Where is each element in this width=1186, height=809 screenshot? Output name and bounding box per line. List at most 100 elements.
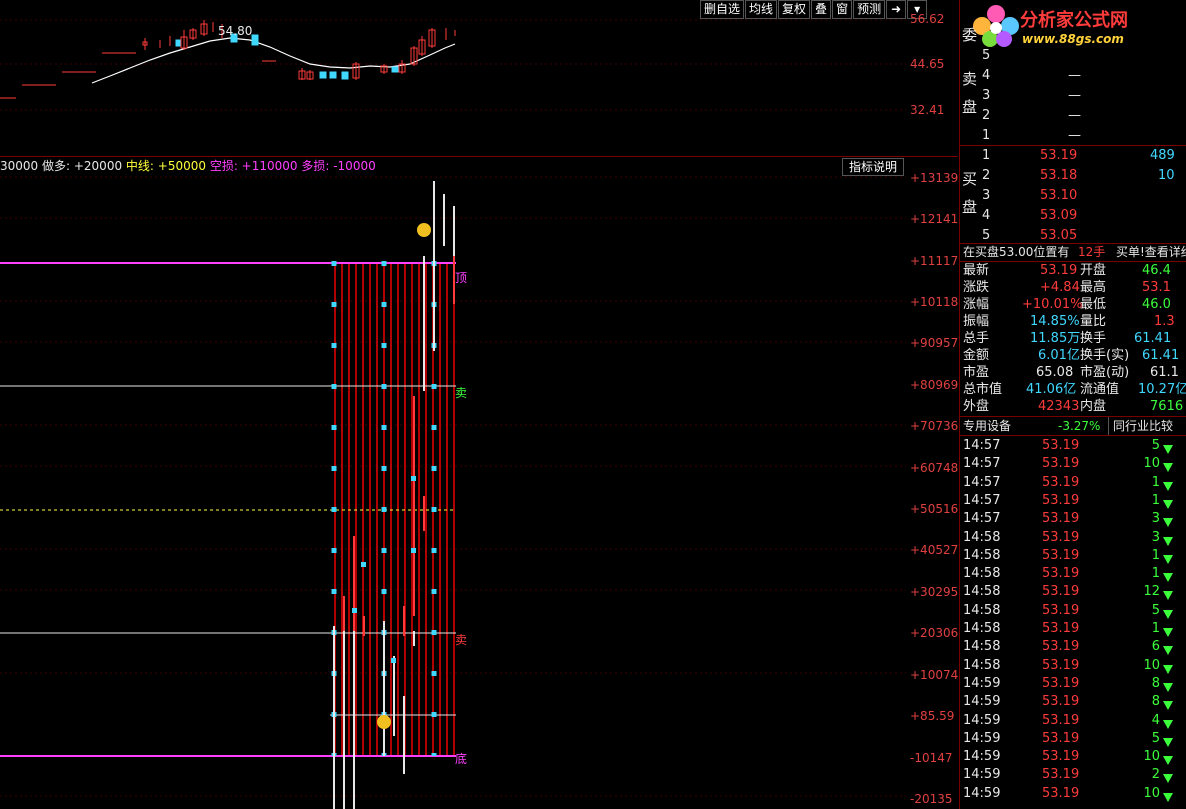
quote-label: 最新 <box>963 263 990 278</box>
price-axis-label: 32.41 <box>910 103 945 117</box>
chart-area[interactable]: 删自选 均线 复权 叠 窗 预测 ➜ ▾ 56.62 44.65 32.41 5… <box>0 0 966 809</box>
tick-row: 14:57 53.19 5 <box>960 437 1186 455</box>
tick-row: 14:59 53.19 10 <box>960 748 1186 766</box>
quote-value: 65.08 <box>1036 365 1074 380</box>
sector-name: 专用设备 <box>963 419 1012 433</box>
tick-volume: 1 <box>1151 621 1160 636</box>
indicator-axis-label: -10147 <box>910 751 953 765</box>
quote-value: 46.4 <box>1142 263 1171 278</box>
notice-link[interactable]: 买单!查看详细 <box>1116 243 1186 261</box>
tick-time: 14:59 <box>963 730 1001 746</box>
tick-price: 53.19 <box>1042 639 1080 655</box>
tick-volume: 10 <box>1143 785 1160 801</box>
sell-order-row[interactable]: 5 <box>982 46 1186 66</box>
quote-panel: 分析家公式网 www.88gs.com 委 卖 盘 5 4— 3— 2— 1— … <box>959 0 1186 809</box>
indicator-param: 30000 <box>0 159 39 173</box>
tick-time: 14:57 <box>963 456 1001 472</box>
buy-order-row[interactable]: 4 53.09 <box>982 206 1186 226</box>
order-price: — <box>1068 88 1081 103</box>
indicator-axis-label: +111178 <box>910 254 966 268</box>
tick-time: 14:59 <box>963 675 1001 691</box>
tick-volume: 1 <box>1151 474 1160 490</box>
kline-chart[interactable]: 54.80 <box>0 0 906 156</box>
quote-value: +4.84 <box>1040 280 1080 295</box>
sell-mark-label: 卖 <box>455 633 468 647</box>
tick-row: 14:57 53.19 10 <box>960 455 1186 473</box>
quote-label: 总市值 <box>963 382 1003 397</box>
buy-order-row[interactable]: 2 53.18 10 <box>982 166 1186 186</box>
tick-time: 14:58 <box>963 621 1001 636</box>
quote-label: 振幅 <box>963 314 990 329</box>
order-price: — <box>1068 128 1081 143</box>
tick-volume: 5 <box>1151 602 1160 618</box>
quote-label: 内盘 <box>1080 399 1107 414</box>
indicator-param: 多损: -10000 <box>297 159 376 173</box>
tick-price: 53.19 <box>1042 438 1080 453</box>
quote-label: 量比 <box>1080 314 1107 329</box>
sector-row: 专用设备 -3.27% 同行业比较 <box>960 417 1186 435</box>
order-level: 3 <box>982 88 991 103</box>
sell-label-char: 委 <box>962 26 978 44</box>
tick-row: 14:58 53.19 3 <box>960 529 1186 547</box>
tick-time: 14:58 <box>963 566 1001 582</box>
tick-time: 14:57 <box>963 474 1001 490</box>
tick-row: 14:59 53.19 8 <box>960 675 1186 693</box>
sector-change: -3.27% <box>1058 419 1101 433</box>
indicator-axis-label: +90957 <box>910 336 959 350</box>
tick-row: 14:58 53.19 6 <box>960 638 1186 656</box>
order-level: 5 <box>982 48 991 63</box>
quote-label: 涨跌 <box>963 280 990 295</box>
tick-row: 14:59 53.19 10 <box>960 785 1186 803</box>
quote-label: 市盈 <box>963 365 990 380</box>
tick-price: 53.19 <box>1042 566 1080 582</box>
order-price: — <box>1068 108 1081 123</box>
sell-order-row[interactable]: 3— <box>982 86 1186 106</box>
indicator-chart[interactable] <box>0 176 906 809</box>
top-signal-icon <box>417 223 431 237</box>
price-axis-label: 44.65 <box>910 57 945 71</box>
indicator-explain-button[interactable]: 指标说明 <box>842 158 905 176</box>
tick-time: 14:58 <box>963 584 1001 600</box>
quote-value: 41.06亿 <box>1026 382 1077 397</box>
sell-order-row[interactable]: 2— <box>982 106 1186 126</box>
quote-value: 61.41 <box>1134 331 1172 346</box>
sell-order-row[interactable]: 4— <box>982 66 1186 86</box>
tick-price: 53.19 <box>1042 785 1080 801</box>
quote-grid: 最新 53.19 开盘 46.4 涨跌 +4.84 最高 53.1 涨幅 +10.01% 最低 4… <box>960 262 1186 416</box>
tick-price: 53.19 <box>1042 474 1080 490</box>
quote-label: 换手(实) <box>1080 348 1130 363</box>
tick-volume: 3 <box>1151 511 1160 527</box>
sell-orders: 5 4— 3— 2— 1— <box>982 26 1186 146</box>
tick-row: 14:59 53.19 4 <box>960 712 1186 730</box>
quote-label: 外盘 <box>963 399 990 414</box>
tick-volume: 10 <box>1143 456 1160 472</box>
tick-volume: 8 <box>1151 675 1160 691</box>
tick-time: 14:59 <box>963 694 1001 710</box>
sell-label: 委 卖 盘 <box>962 26 977 116</box>
tick-price: 53.19 <box>1042 767 1080 783</box>
industry-compare-button[interactable]: 同行业比较 <box>1108 417 1173 435</box>
tick-list[interactable]: 14:57 53.19 5 14:57 53.19 10 14:57 53.19 1 14:57 5… <box>960 437 1186 809</box>
buy-order-row[interactable]: 3 53.10 <box>982 186 1186 206</box>
tick-price: 53.19 <box>1042 511 1080 527</box>
tick-time: 14:59 <box>963 767 1001 783</box>
tick-price: 53.19 <box>1042 529 1080 545</box>
tick-volume: 1 <box>1151 547 1160 563</box>
indicator-param: 空损: +110000 <box>206 159 298 173</box>
order-level: 1 <box>982 148 991 163</box>
indicator-axis-label: +101189 <box>910 295 966 309</box>
notice-text: 在买盘53.00位置有 <box>963 245 1070 259</box>
sell-order-row[interactable]: 1— <box>982 126 1186 146</box>
tick-volume: 4 <box>1151 712 1160 728</box>
indicator-axis-label: +30295 <box>910 585 959 599</box>
tick-volume: 3 <box>1151 529 1160 545</box>
big-order-notice[interactable]: 在买盘53.00位置有 12手 买单!查看详细 <box>960 243 1186 261</box>
buy-order-row[interactable]: 1 53.19 489 <box>982 146 1186 166</box>
order-price: 53.19 <box>1040 148 1078 163</box>
order-level: 3 <box>982 188 991 203</box>
buy-label: 买 盘 <box>962 170 977 216</box>
buy-label-char: 买 <box>962 170 978 188</box>
order-volume: 10 <box>1158 168 1175 183</box>
tick-row: 14:58 53.19 1 <box>960 620 1186 638</box>
indicator-axis-label: +10074 <box>910 668 959 682</box>
